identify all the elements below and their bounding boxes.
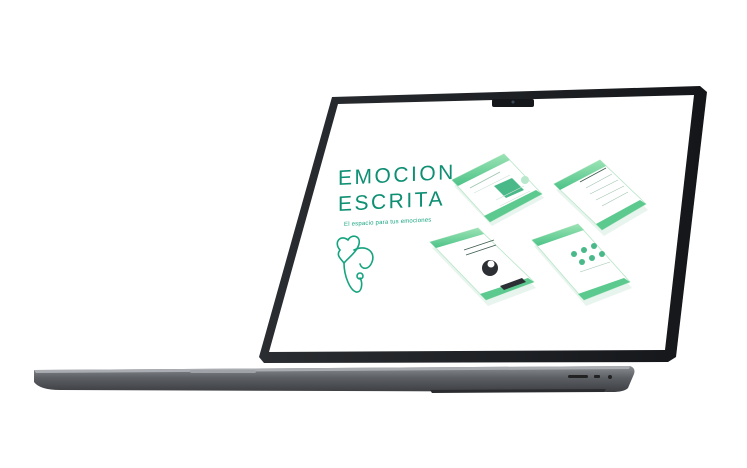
laptop-mockup-scene: EMOCION ESCRITA El espacio para tus emoc… <box>0 0 747 463</box>
usb-port-2 <box>594 375 600 378</box>
app-title: EMOCION ESCRITA <box>338 160 456 218</box>
webcam-icon <box>511 100 515 104</box>
laptop-device <box>34 86 707 393</box>
headphone-jack <box>608 375 612 379</box>
laptop-screen <box>269 95 694 352</box>
trackpad-lip <box>190 370 256 373</box>
usb-port <box>568 375 588 378</box>
